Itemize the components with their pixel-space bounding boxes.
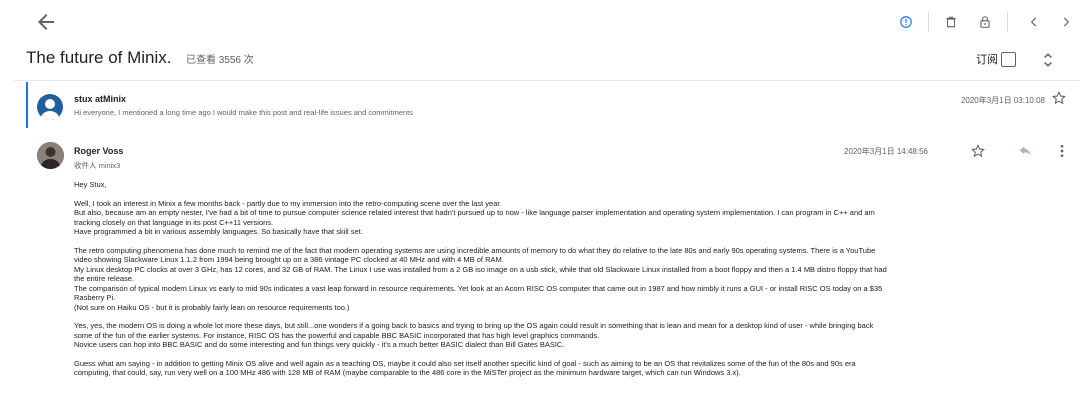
body-line: The retro computing phenomena has done m…: [74, 245, 876, 255]
message-body: Hey Stux, Well, I took an interest in Mi…: [74, 180, 1064, 387]
paragraph: Guess what am saying - in addition to ge…: [74, 359, 1064, 378]
body-line: Novice users can hop into BBC BASIC and …: [74, 340, 565, 349]
toolbar-divider: [1007, 12, 1008, 32]
chevron-left-icon[interactable]: [1020, 8, 1048, 36]
body-line: Rasberry Pi.: [74, 293, 116, 302]
message-collapsed[interactable]: stux atMinix Hi everyone, I mentioned a …: [26, 82, 1080, 128]
thread-header: The future of Minix. 已查看 3556 次 订阅: [26, 48, 1060, 74]
paragraph: Yes, yes, the modern OS is doing a whole…: [74, 321, 1064, 350]
sender-name: stux atMinix: [74, 94, 127, 104]
more-options-icon[interactable]: [1054, 143, 1070, 159]
body-line: Yes, yes, the modern OS is doing a whole…: [74, 321, 874, 330]
avatar: [37, 142, 64, 169]
subscribe-toggle[interactable]: 订阅: [976, 51, 1016, 67]
message-date: 2020年3月1日 03:10:08: [960, 96, 1045, 105]
avatar: [37, 94, 63, 120]
greeting: Hey Stux,: [74, 180, 107, 189]
body-line: some of the fun of the earlier systems. …: [74, 330, 600, 340]
body-line: The comparison of typical modern Linux v…: [74, 283, 883, 293]
top-toolbar: [0, 0, 1080, 44]
message-date: 2020年3月1日 14:48:56: [843, 147, 928, 156]
body-line: My Linux desktop PC clocks at over 3 GHz…: [74, 264, 887, 274]
body-line: Well, I took an interest in Minix a few …: [74, 198, 502, 208]
reply-all-icon[interactable]: [1017, 143, 1033, 159]
chevron-right-icon[interactable]: [1052, 8, 1080, 36]
thread-title: The future of Minix.: [26, 48, 172, 67]
unfold-icon[interactable]: [1038, 50, 1058, 70]
body-line: (Not sure on Haiku OS - but it is probab…: [74, 302, 350, 312]
lock-icon[interactable]: [971, 8, 999, 36]
view-count: 已查看 3556 次: [185, 54, 254, 66]
body-line: But also, because am an empty nester, I'…: [74, 208, 875, 217]
toolbar-divider: [928, 12, 929, 32]
paragraph: The retro computing phenomena has done m…: [74, 246, 1064, 313]
message-snippet: Hi everyone, I mentioned a long time ago…: [74, 108, 413, 117]
recipient-line: 收件人 minix3: [74, 161, 121, 170]
body-line: Have programmed a bit in various assembl…: [74, 227, 363, 236]
paragraph: Well, I took an interest in Minix a few …: [74, 199, 1064, 237]
divider: [14, 80, 1080, 81]
body-line: computing, that could, say, run very wel…: [74, 368, 741, 377]
body-line: Guess what am saying - in addition to ge…: [74, 358, 856, 368]
info-icon[interactable]: [892, 8, 920, 36]
body-line: video showing Slackware Linux 1.1.2 from…: [74, 255, 504, 264]
body-line: tracking closely on that language in its…: [74, 217, 274, 227]
sender-name: Roger Voss: [74, 146, 124, 156]
body-line: the entire release.: [74, 274, 135, 283]
subscribe-label: 订阅: [976, 54, 998, 66]
subscribe-checkbox[interactable]: [1001, 51, 1016, 67]
arrow-back-icon[interactable]: [34, 10, 58, 34]
message-expanded: Roger Voss 收件人 minix3 2020年3月1日 14:48:56…: [0, 128, 1080, 416]
trash-icon[interactable]: [937, 8, 965, 36]
star-icon[interactable]: [970, 143, 986, 159]
star-icon[interactable]: [1051, 90, 1067, 106]
selected-indicator: [26, 82, 28, 128]
